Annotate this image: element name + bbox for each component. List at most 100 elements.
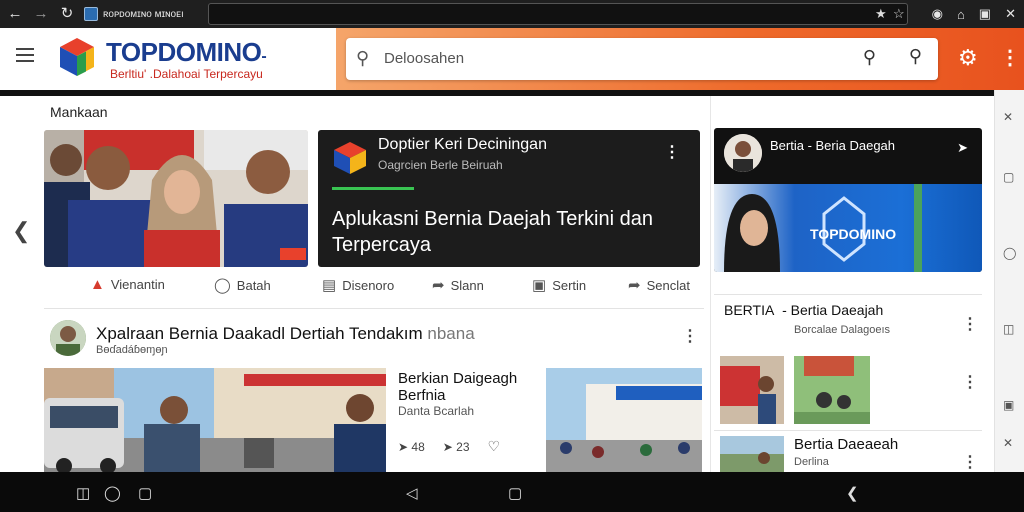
post-title-tail: nbana [427, 324, 475, 343]
scroll-sidebar [994, 90, 1024, 472]
brand-name[interactable]: TOPDOMINO- [106, 37, 267, 68]
hero-photo-illustration [44, 130, 308, 267]
forward-arrow-icon[interactable]: → [30, 0, 52, 28]
divider [714, 430, 982, 431]
comment-icon: ➤ [442, 439, 453, 454]
more-options-icon[interactable]: ⋮ [962, 372, 978, 392]
sidebar-thumb[interactable] [720, 436, 784, 472]
post-image-secondary[interactable] [546, 368, 702, 472]
action-comment-button[interactable]: ◯ Batah [214, 276, 271, 294]
avatar-illustration [724, 134, 762, 172]
user-search-icon[interactable]: ⚲ [863, 47, 876, 68]
hero-progress-bar [332, 187, 414, 190]
hero-card[interactable]: Doptier Keri Deciningan Oagrcien Berle B… [318, 130, 700, 267]
action-forward-button[interactable]: ➦ Senclat [628, 276, 690, 294]
circle-icon[interactable]: ◯ [1003, 246, 1016, 260]
brand-tagline: Berltiu' .Dalahoai Terpercayu [110, 67, 263, 81]
back-triangle-icon[interactable]: ◁ [406, 484, 418, 502]
post-title-text: Xpalraan Bernia Daakadl Dertiah Tendakım [96, 324, 423, 343]
action-label: Disenoro [342, 277, 395, 293]
post-like-count: 48 [411, 439, 425, 454]
address-bar[interactable]: ★ ☆ [208, 3, 908, 25]
chevron-right-icon[interactable]: ❯ [957, 270, 972, 272]
action-share-button[interactable]: ➦ Slann [432, 276, 484, 294]
gear-icon[interactable]: ⚙ [958, 45, 978, 71]
thumb-up-icon: ➤ [398, 439, 409, 454]
browser-toolbar: ← → ↻ ʀᴏᴘᴅᴏᴍɪɴᴏ ᴍɪɴᴏᴇı ★ ☆ ◉ ⌂ ▣ ✕ [0, 0, 1024, 28]
featured-card-title: Bertia - Beria Daegah [770, 138, 896, 153]
share-icon: ➦ [432, 277, 445, 294]
thumb-illustration [720, 356, 784, 424]
post-image[interactable] [44, 368, 386, 472]
divider [44, 308, 704, 309]
window-icon[interactable]: ▣ [979, 6, 991, 22]
action-label: Vienantin [110, 277, 165, 292]
street-scene-illustration [44, 368, 386, 472]
home-icon[interactable]: ⌂ [957, 7, 965, 22]
action-list-button[interactable]: ▤ Disenoro [322, 276, 394, 294]
thumb-illustration [794, 356, 870, 424]
circle-icon[interactable]: ◯ [104, 484, 121, 502]
sidebar-section-title[interactable]: BERTIA - Bertia Daeajah [724, 302, 883, 318]
back-arrow-icon[interactable]: ← [4, 0, 26, 28]
avatar-illustration [50, 320, 86, 356]
sidebar-item-title[interactable]: Bertia Daeaeah [794, 436, 898, 453]
browser-tab[interactable]: ʀᴏᴘᴅᴏᴍɪɴᴏ ᴍɪɴᴏᴇı [84, 4, 204, 24]
search-bar[interactable]: ⚲ Deloosahen ⚲ ⚲ [346, 38, 938, 80]
divider [714, 294, 982, 295]
post-title[interactable]: Xpalraan Bernia Daakadl Dertiah Tendakım… [96, 324, 475, 344]
featured-banner[interactable]: ❮ ❯ TOPDOMINO [714, 184, 982, 272]
brand-text: TOPDOMINO [106, 37, 262, 67]
bookmark-star-icon[interactable]: ☆ [893, 6, 905, 22]
list-icon: ▤ [322, 277, 337, 294]
brand-suffix: - [261, 48, 267, 65]
back-chevron-icon[interactable]: ❮ [846, 484, 859, 502]
post-stats: ➤ 48 ➤ 23 ♡ [398, 438, 500, 455]
collapse-icon[interactable]: ✕ [1003, 110, 1013, 124]
location-pin-icon[interactable]: ⚲ [909, 46, 922, 67]
post-comment-stat[interactable]: ➤ 23 [443, 440, 470, 454]
bookmark-icon: ▣ [532, 277, 547, 294]
book-icon[interactable]: ◫ [1003, 322, 1014, 336]
profile-icon[interactable]: ◉ [932, 6, 943, 22]
close-icon[interactable]: ✕ [1003, 436, 1013, 450]
heart-icon[interactable]: ♡ [488, 438, 501, 455]
sidebar-thumb[interactable] [720, 356, 784, 424]
action-like-button[interactable]: ▲ Vienantin [90, 276, 165, 293]
thumb-up-icon: ▲ [90, 276, 105, 293]
forward-icon: ➦ [628, 277, 641, 294]
action-label: Sertin [552, 277, 587, 293]
action-bookmark-button[interactable]: ▣ Sertin [532, 276, 586, 294]
hero-title: Doptier Keri Deciningan [378, 136, 547, 153]
chevron-left-icon[interactable]: ❮ [12, 218, 30, 244]
avatar[interactable] [50, 320, 86, 356]
search-input[interactable]: Deloosahen [384, 50, 464, 67]
hero-headline: Aplukasni Bernia Daejah Terkini dan Terp… [332, 208, 653, 256]
menu-icon[interactable] [16, 48, 34, 62]
expand-icon[interactable]: ➤ [957, 140, 968, 156]
square-icon[interactable]: ▢ [1003, 170, 1014, 184]
sidebar-section-title-text: BERTIA [724, 302, 775, 318]
image-icon[interactable]: ▣ [1003, 398, 1014, 412]
more-options-icon[interactable]: ⋮ [962, 452, 978, 472]
sidebar-section-title-tail: - Bertia Daeajah [782, 302, 884, 318]
post-article-title[interactable]: Berkian Daigeagh Berfnia [398, 370, 538, 404]
sidebar-thumb[interactable] [794, 356, 870, 424]
square-icon[interactable]: ▢ [138, 484, 152, 502]
close-icon[interactable]: ✕ [1005, 6, 1016, 22]
post-more-icon[interactable]: ⋮ [682, 326, 698, 346]
action-label: Batah [236, 277, 271, 293]
home-square-icon[interactable]: ▢ [508, 484, 522, 502]
more-options-icon[interactable]: ⋮ [1000, 45, 1020, 70]
reload-icon[interactable]: ↻ [56, 0, 78, 28]
header-divider [0, 90, 1024, 96]
more-options-icon[interactable]: ⋮ [962, 314, 978, 334]
message-icon[interactable]: ◫ [76, 484, 90, 502]
hero-more-icon[interactable]: ⋮ [664, 142, 680, 162]
featured-card[interactable]: Bertia - Beria Daegah ➤ ❮ ❯ TOPDOMINO [714, 128, 982, 272]
post-like-stat[interactable]: ➤ 48 [398, 440, 425, 454]
thumb-illustration [720, 436, 784, 472]
star-icon[interactable]: ★ [875, 6, 887, 22]
hero-image[interactable] [44, 130, 308, 267]
action-bar: ▲ Vienantin ◯ Batah ▤ Disenoro ➦ Slann ▣… [44, 270, 704, 300]
